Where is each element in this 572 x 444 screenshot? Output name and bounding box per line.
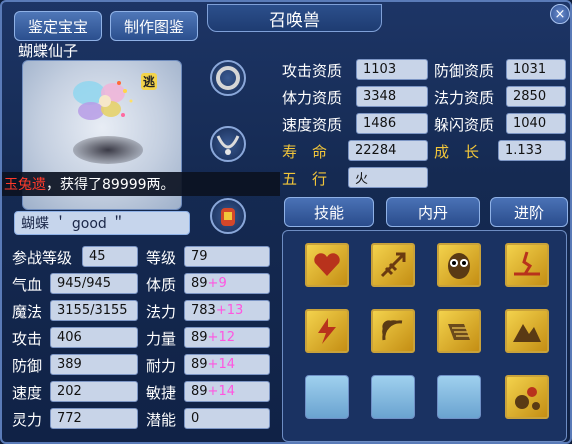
endurance-value: 89 +14 [184,354,270,375]
pet-window: 鉴定宝宝 制作图鉴 召唤兽 × 蝴蝶仙子 逃 玉兔遗 ，获得了89999两。 蝴… [0,0,572,444]
flee-badge: 逃 [141,73,158,90]
speed-aptitude-label: 速度资质 [282,116,343,134]
close-button[interactable]: × [550,4,570,24]
constitution-label: 体质 [146,276,177,294]
potential-label: 潜能 [146,411,177,429]
armor-icon [221,208,235,226]
growth-label: 成 长 [434,143,480,161]
magic-aptitude-value: 2850 [506,86,566,107]
thunder-skill-icon[interactable] [305,309,349,353]
dodge-aptitude-label: 躲闪资质 [434,116,495,134]
level-label: 等级 [146,249,177,267]
element-value: 火 [348,167,428,188]
life-value: 22284 [348,140,428,161]
tab-advance[interactable]: 进阶 [490,197,568,227]
attack-aptitude-label: 攻击资质 [282,62,343,80]
endurance-label: 耐力 [146,357,177,375]
constitution-value: 89 +9 [184,273,270,294]
constitution-base: 89 [191,276,208,291]
stamina-aptitude-value: 3348 [356,86,428,107]
endurance-bonus: +14 [207,357,235,372]
meteor-skill-icon[interactable] [505,375,549,419]
appraise-button[interactable]: 鉴定宝宝 [14,11,102,41]
attack-label: 攻击 [12,330,43,348]
empty-skill-slot[interactable] [371,375,415,419]
agility-label: 敏捷 [146,384,177,402]
strength-value: 89 +12 [184,327,270,348]
empty-skill-slot[interactable] [305,375,349,419]
tab-inner-core[interactable]: 内丹 [386,197,480,227]
dodge-aptitude-value: 1040 [506,113,566,134]
defense-aptitude-label: 防御资质 [434,62,495,80]
spirit-value: 772 [50,408,138,429]
battle-level-value: 45 [82,246,138,267]
magic-power-base: 783 [191,303,216,318]
attack-value: 406 [50,327,138,348]
element-label: 五 行 [282,170,328,188]
necklace-icon [216,135,240,155]
growth-value: 1.133 [498,140,566,161]
owl-skill-icon[interactable] [437,243,481,287]
agility-value: 89 +14 [184,381,270,402]
constitution-bonus: +9 [207,276,227,291]
hp-value: 945/945 [50,273,138,294]
mp-value: 3155/3155 [50,300,138,321]
magic-power-label: 法力 [146,303,177,321]
ring-icon [216,66,240,90]
equipment-slot-armor[interactable] [210,198,246,234]
mountain-skill-icon[interactable] [505,309,549,353]
attack-aptitude-value: 1103 [356,59,428,80]
hp-label: 气血 [12,276,43,294]
pet-name: 蝴蝶仙子 [18,42,79,60]
speed-value: 202 [50,381,138,402]
tab-skills[interactable]: 技能 [284,197,374,227]
battle-level-label: 参战等级 [12,249,73,267]
potential-value: 0 [184,408,270,429]
crack-skill-icon[interactable] [505,243,549,287]
agility-bonus: +14 [207,384,235,399]
strength-label: 力量 [146,330,177,348]
illustrate-button[interactable]: 制作图鉴 [110,11,198,41]
defense-value: 389 [50,354,138,375]
life-label: 寿 命 [282,143,328,161]
endurance-base: 89 [191,357,208,372]
mp-label: 魔法 [12,303,43,321]
speed-label: 速度 [12,384,43,402]
charge-skill-icon[interactable] [437,309,481,353]
equipment-slot-ring[interactable] [210,60,246,96]
stamina-aptitude-label: 体力资质 [282,89,343,107]
defense-aptitude-value: 1031 [506,59,566,80]
heart-skill-icon[interactable] [305,243,349,287]
spirit-label: 灵力 [12,411,43,429]
window-title: 召唤兽 [207,4,382,32]
agility-base: 89 [191,384,208,399]
equipment-slot-necklace[interactable] [210,126,246,162]
sonic-skill-icon[interactable] [371,309,415,353]
system-notice: 玉兔遗 ，获得了89999两。 [2,172,280,196]
pet-shadow [73,136,143,164]
nickname-field[interactable]: 蝴蝶 ＇ good ＂ [14,211,190,235]
speed-aptitude-value: 1486 [356,113,428,134]
notice-name: 玉兔遗 [4,177,46,193]
arrow-skill-icon[interactable] [371,243,415,287]
empty-skill-slot[interactable] [437,375,481,419]
magic-power-bonus: +13 [215,303,244,318]
defense-label: 防御 [12,357,43,375]
level-value: 79 [184,246,270,267]
strength-base: 89 [191,330,208,345]
magic-power-value: 783 +13 [184,300,270,321]
butterfly-fairy-icon [73,81,133,120]
notice-text: ，获得了89999两。 [46,177,175,193]
skill-panel [282,230,567,442]
strength-bonus: +12 [207,330,235,345]
magic-aptitude-label: 法力资质 [434,89,495,107]
